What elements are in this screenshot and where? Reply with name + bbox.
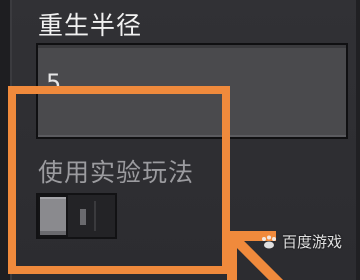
baidu-paw-icon [260, 235, 278, 249]
watermark-text: 百度游戏 [281, 233, 342, 251]
watermark: 百度游戏 [260, 231, 342, 252]
